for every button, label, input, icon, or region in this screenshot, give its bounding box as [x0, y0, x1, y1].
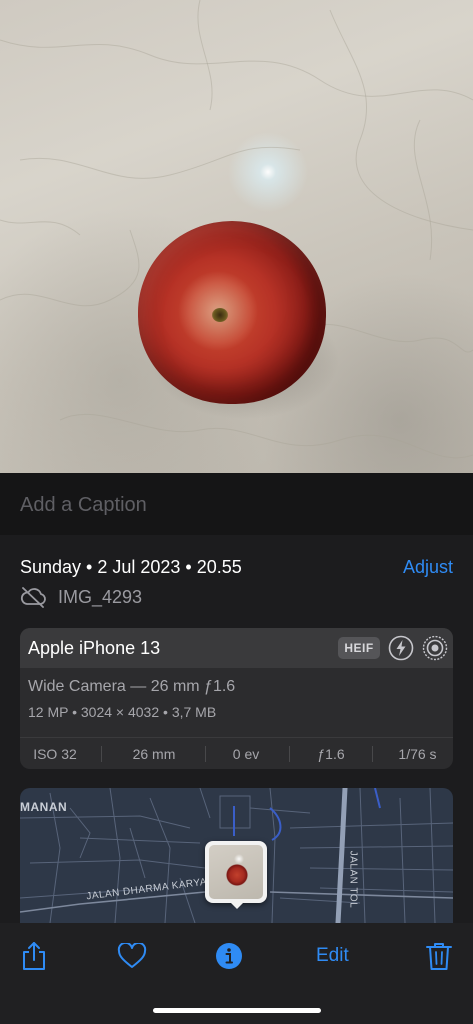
map-area-label: MANAN	[20, 800, 68, 814]
location-map[interactable]: MANAN JALAN DHARMA KARYA JALAN TOL	[20, 788, 453, 923]
share-icon	[23, 942, 45, 970]
device-name: Apple iPhone 13	[28, 638, 161, 658]
exif-iso: ISO 32	[33, 746, 77, 762]
filename: IMG_4293	[58, 587, 143, 607]
adjust-button[interactable]: Adjust	[403, 557, 453, 578]
exif-divider	[289, 746, 290, 762]
flash-icon	[388, 635, 414, 661]
favorite-button[interactable]	[117, 943, 147, 973]
share-button[interactable]	[20, 941, 48, 971]
exif-aperture: ƒ1.6	[317, 746, 345, 762]
info-panel: Sunday • 2 Jul 2023 • 20.55 Adjust IMG_4…	[0, 535, 473, 923]
trash-icon	[426, 943, 452, 970]
exif-focal-length: 26 mm	[132, 746, 176, 762]
info-icon	[216, 943, 242, 969]
capture-date: Sunday • 2 Jul 2023 • 20.55	[20, 557, 242, 577]
delete-button[interactable]	[426, 941, 452, 971]
home-indicator[interactable]	[153, 1008, 321, 1013]
camera-info-card: Apple iPhone 13 HEIF Wide Camera — 26 mm…	[20, 628, 453, 769]
format-badge: HEIF	[338, 637, 380, 659]
image-specs: 12 MP • 3024 × 4032 • 3,7 MB	[28, 704, 217, 720]
edit-button[interactable]: Edit	[316, 945, 349, 967]
apple-stem	[212, 308, 228, 322]
photo-view[interactable]	[0, 0, 473, 473]
photo-info-screen: Add a Caption Sunday • 2 Jul 2023 • 20.5…	[0, 0, 473, 1024]
map-photo-thumbnail	[209, 845, 263, 899]
bottom-toolbar: Edit	[0, 923, 473, 1024]
map-highway-label: JALAN TOL	[347, 850, 359, 909]
info-button[interactable]	[215, 942, 243, 972]
map-pin-pointer	[229, 901, 245, 909]
lens-info: Wide Camera — 26 mm ƒ1.6	[28, 678, 236, 695]
card-header: Apple iPhone 13 HEIF	[20, 628, 453, 668]
exif-divider	[372, 746, 373, 762]
caption-field[interactable]: Add a Caption	[0, 473, 473, 535]
date-row: Sunday • 2 Jul 2023 • 20.55 Adjust	[20, 557, 453, 581]
exif-shutter: 1/76 s	[398, 746, 437, 762]
apple	[138, 221, 326, 404]
exif-row: ISO 32 26 mm 0 ev ƒ1.6 1/76 s	[20, 737, 453, 769]
caption-placeholder[interactable]: Add a Caption	[20, 494, 147, 517]
exif-divider	[101, 746, 102, 762]
cloud-slash-icon	[20, 587, 46, 608]
exif-divider	[205, 746, 206, 762]
map-photo-pin[interactable]	[205, 841, 267, 903]
exif-exposure: 0 ev	[232, 746, 260, 762]
live-photo-icon	[422, 635, 448, 661]
heart-icon	[117, 943, 147, 968]
